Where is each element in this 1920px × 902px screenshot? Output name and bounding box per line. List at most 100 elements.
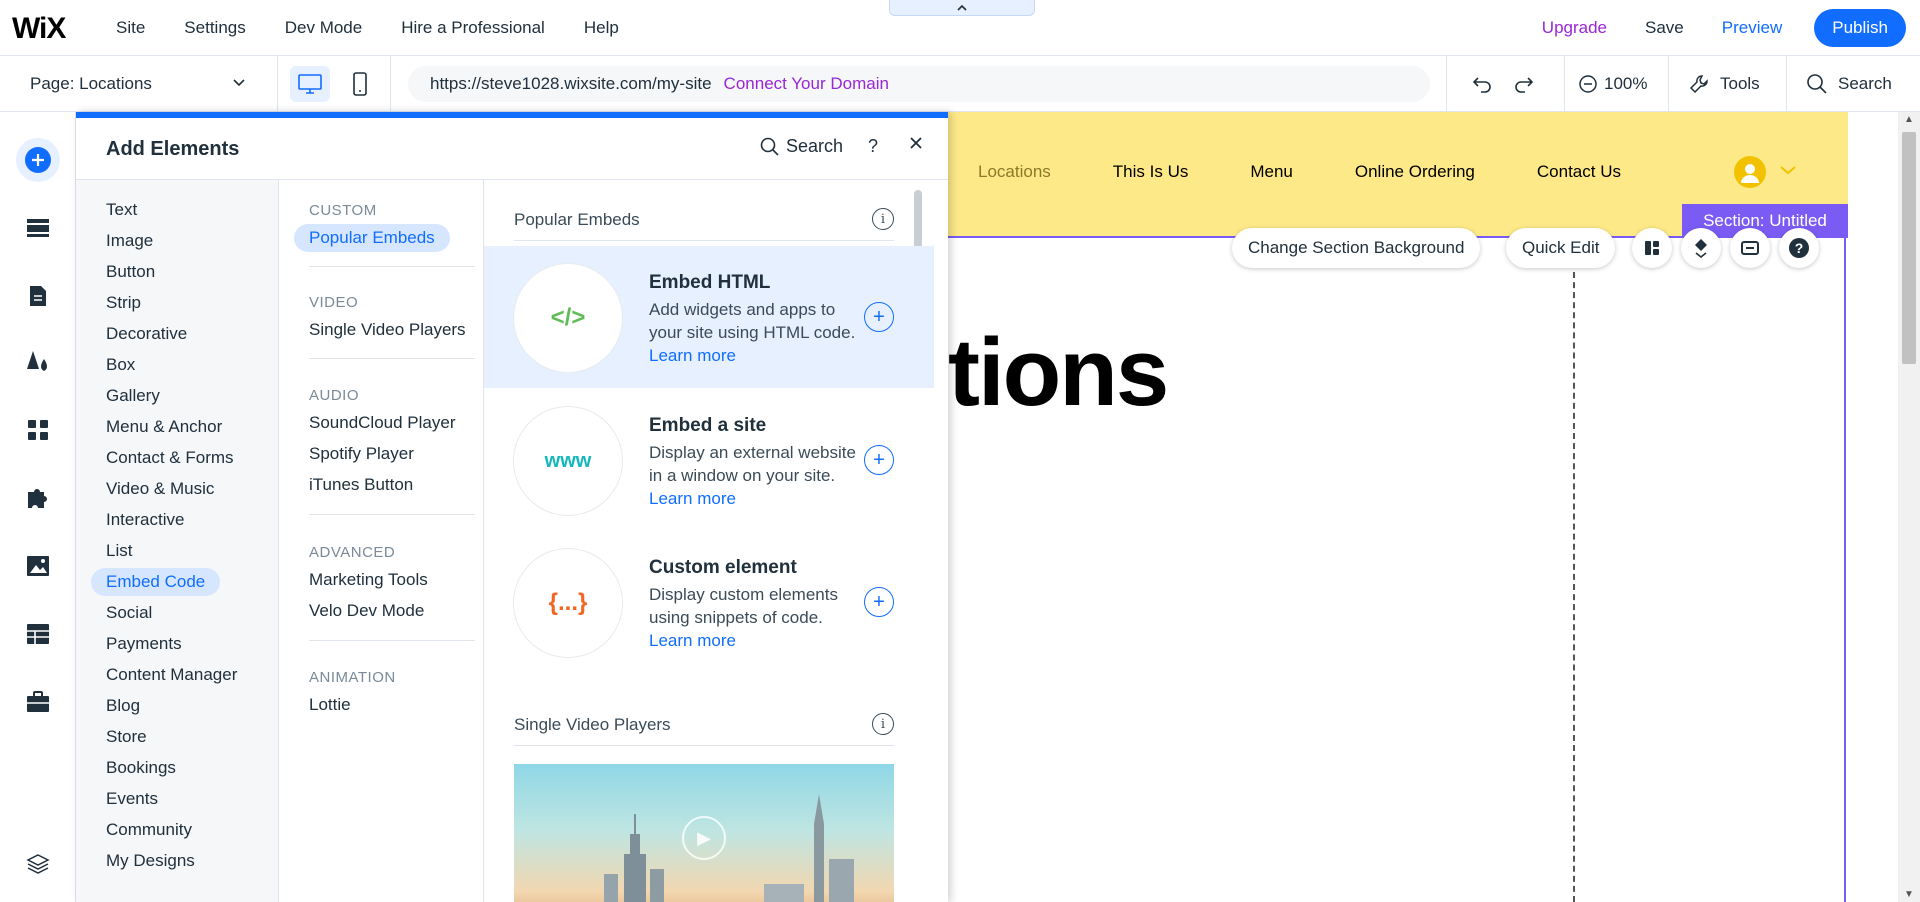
quick-edit-button[interactable]: Quick Edit [1506, 228, 1616, 268]
site-design-button[interactable] [16, 340, 60, 384]
chevron-down-icon [233, 79, 245, 87]
scroll-down-arrow[interactable]: ▼ [1904, 889, 1914, 900]
info-icon[interactable]: i [872, 208, 894, 230]
change-section-background-button[interactable]: Change Section Background [1232, 228, 1481, 268]
sub-item-marketing-tools[interactable]: Marketing Tools [294, 566, 443, 594]
avatar[interactable] [1734, 156, 1766, 188]
undo-icon[interactable] [1470, 72, 1494, 96]
sub-item-popular-embeds[interactable]: Popular Embeds [294, 224, 450, 252]
embed-site-card[interactable]: www Embed a site Display an external web… [484, 389, 934, 531]
embed-html-card[interactable]: </> Embed HTML Add widgets and apps to y… [484, 246, 934, 388]
add-apps-button[interactable] [16, 408, 60, 452]
layers-button[interactable] [16, 842, 60, 886]
info-icon[interactable]: i [872, 713, 894, 735]
portfolio-button[interactable] [16, 680, 60, 724]
animation-tool-button[interactable] [1681, 228, 1721, 268]
desktop-view-button[interactable] [290, 66, 330, 102]
wix-logo[interactable]: WiX [12, 12, 66, 46]
save-button[interactable]: Save [1645, 18, 1684, 38]
divider [309, 358, 475, 359]
top-nav-hire-professional[interactable]: Hire a Professional [401, 18, 545, 38]
site-nav-menu[interactable]: Menu [1250, 162, 1293, 182]
category-text[interactable]: Text [91, 196, 152, 224]
add-embed-html-button[interactable]: + [864, 302, 894, 332]
category-contact-forms[interactable]: Contact & Forms [91, 444, 249, 472]
sub-item-soundcloud-player[interactable]: SoundCloud Player [294, 409, 470, 437]
category-my-designs[interactable]: My Designs [91, 847, 210, 875]
page-selector[interactable]: Page: Locations [0, 56, 278, 112]
business-tools-button[interactable] [16, 476, 60, 520]
close-icon [910, 137, 922, 149]
close-panel-button[interactable] [908, 134, 924, 157]
layers-icon [26, 854, 50, 874]
category-payments[interactable]: Payments [91, 630, 197, 658]
sub-item-itunes-button[interactable]: iTunes Button [294, 471, 428, 499]
learn-more-link[interactable]: Learn more [649, 346, 736, 365]
category-decorative[interactable]: Decorative [91, 320, 202, 348]
panel-search-button[interactable]: Search [760, 136, 843, 157]
zoom-control[interactable]: 100% [1578, 56, 1647, 112]
pages-button[interactable] [16, 274, 60, 318]
category-menu-anchor[interactable]: Menu & Anchor [91, 413, 237, 441]
category-list[interactable]: List [91, 537, 147, 565]
scrollbar-thumb[interactable] [1902, 132, 1916, 364]
search-button[interactable]: Search [1806, 56, 1892, 112]
canvas-scrollbar[interactable]: ▲ ▼ [1898, 112, 1920, 902]
category-video-music[interactable]: Video & Music [91, 475, 229, 503]
category-box[interactable]: Box [91, 351, 150, 379]
category-image[interactable]: Image [91, 227, 168, 255]
top-nav-site[interactable]: Site [116, 18, 145, 38]
cms-button[interactable] [16, 612, 60, 656]
site-nav-online-ordering[interactable]: Online Ordering [1355, 162, 1475, 182]
mobile-view-button[interactable] [340, 66, 380, 102]
category-social[interactable]: Social [91, 599, 167, 627]
add-embed-site-button[interactable]: + [864, 445, 894, 475]
panel-help-button[interactable]: ? [868, 136, 878, 157]
category-interactive[interactable]: Interactive [91, 506, 199, 534]
site-nav-locations[interactable]: Locations [978, 162, 1051, 182]
connect-domain-link[interactable]: Connect Your Domain [724, 74, 889, 94]
add-section-button[interactable] [16, 206, 60, 250]
category-content-manager[interactable]: Content Manager [91, 661, 252, 689]
redo-icon[interactable] [1512, 72, 1536, 96]
sub-item-velo-dev-mode[interactable]: Velo Dev Mode [294, 597, 439, 625]
scroll-up-arrow[interactable]: ▲ [1904, 114, 1914, 125]
collapse-toolbar-button[interactable] [889, 0, 1035, 16]
category-store[interactable]: Store [91, 723, 162, 751]
tools-button[interactable]: Tools [1688, 56, 1760, 112]
upgrade-link[interactable]: Upgrade [1542, 18, 1607, 38]
category-gallery[interactable]: Gallery [91, 382, 175, 410]
add-custom-element-button[interactable]: + [864, 587, 894, 617]
top-nav-help[interactable]: Help [584, 18, 619, 38]
category-bookings[interactable]: Bookings [91, 754, 191, 782]
chevron-down-icon[interactable] [1779, 164, 1797, 176]
top-nav-settings[interactable]: Settings [184, 18, 245, 38]
stretch-tool-button[interactable] [1730, 228, 1770, 268]
video-player-thumbnail[interactable]: ▶ [514, 764, 894, 902]
user-icon [1741, 164, 1759, 183]
category-button[interactable]: Button [91, 258, 170, 286]
top-nav-dev-mode[interactable]: Dev Mode [285, 18, 362, 38]
site-nav-this-is-us[interactable]: This Is Us [1113, 162, 1189, 182]
layout-tool-button[interactable] [1632, 228, 1672, 268]
media-button[interactable] [16, 544, 60, 588]
learn-more-link[interactable]: Learn more [649, 489, 736, 508]
site-nav-contact-us[interactable]: Contact Us [1537, 162, 1621, 182]
add-elements-button[interactable] [16, 138, 60, 182]
page-heading-text[interactable]: tions [948, 318, 1169, 428]
site-url[interactable]: https://steve1028.wixsite.com/my-site [430, 74, 712, 94]
category-community[interactable]: Community [91, 816, 207, 844]
category-blog[interactable]: Blog [91, 692, 155, 720]
learn-more-link[interactable]: Learn more [649, 631, 736, 650]
sub-item-spotify-player[interactable]: Spotify Player [294, 440, 429, 468]
category-embed-code[interactable]: Embed Code [91, 568, 221, 596]
site-url-bar[interactable]: https://steve1028.wixsite.com/my-site Co… [408, 66, 1430, 102]
sub-item-single-video-players[interactable]: Single Video Players [294, 316, 481, 344]
publish-button[interactable]: Publish [1814, 9, 1906, 47]
preview-button[interactable]: Preview [1722, 18, 1782, 38]
help-tool-button[interactable]: ? [1779, 228, 1819, 268]
sub-item-lottie[interactable]: Lottie [294, 691, 366, 719]
category-strip[interactable]: Strip [91, 289, 156, 317]
category-events[interactable]: Events [91, 785, 173, 813]
custom-element-card[interactable]: {...} Custom element Display custom elem… [484, 531, 934, 673]
